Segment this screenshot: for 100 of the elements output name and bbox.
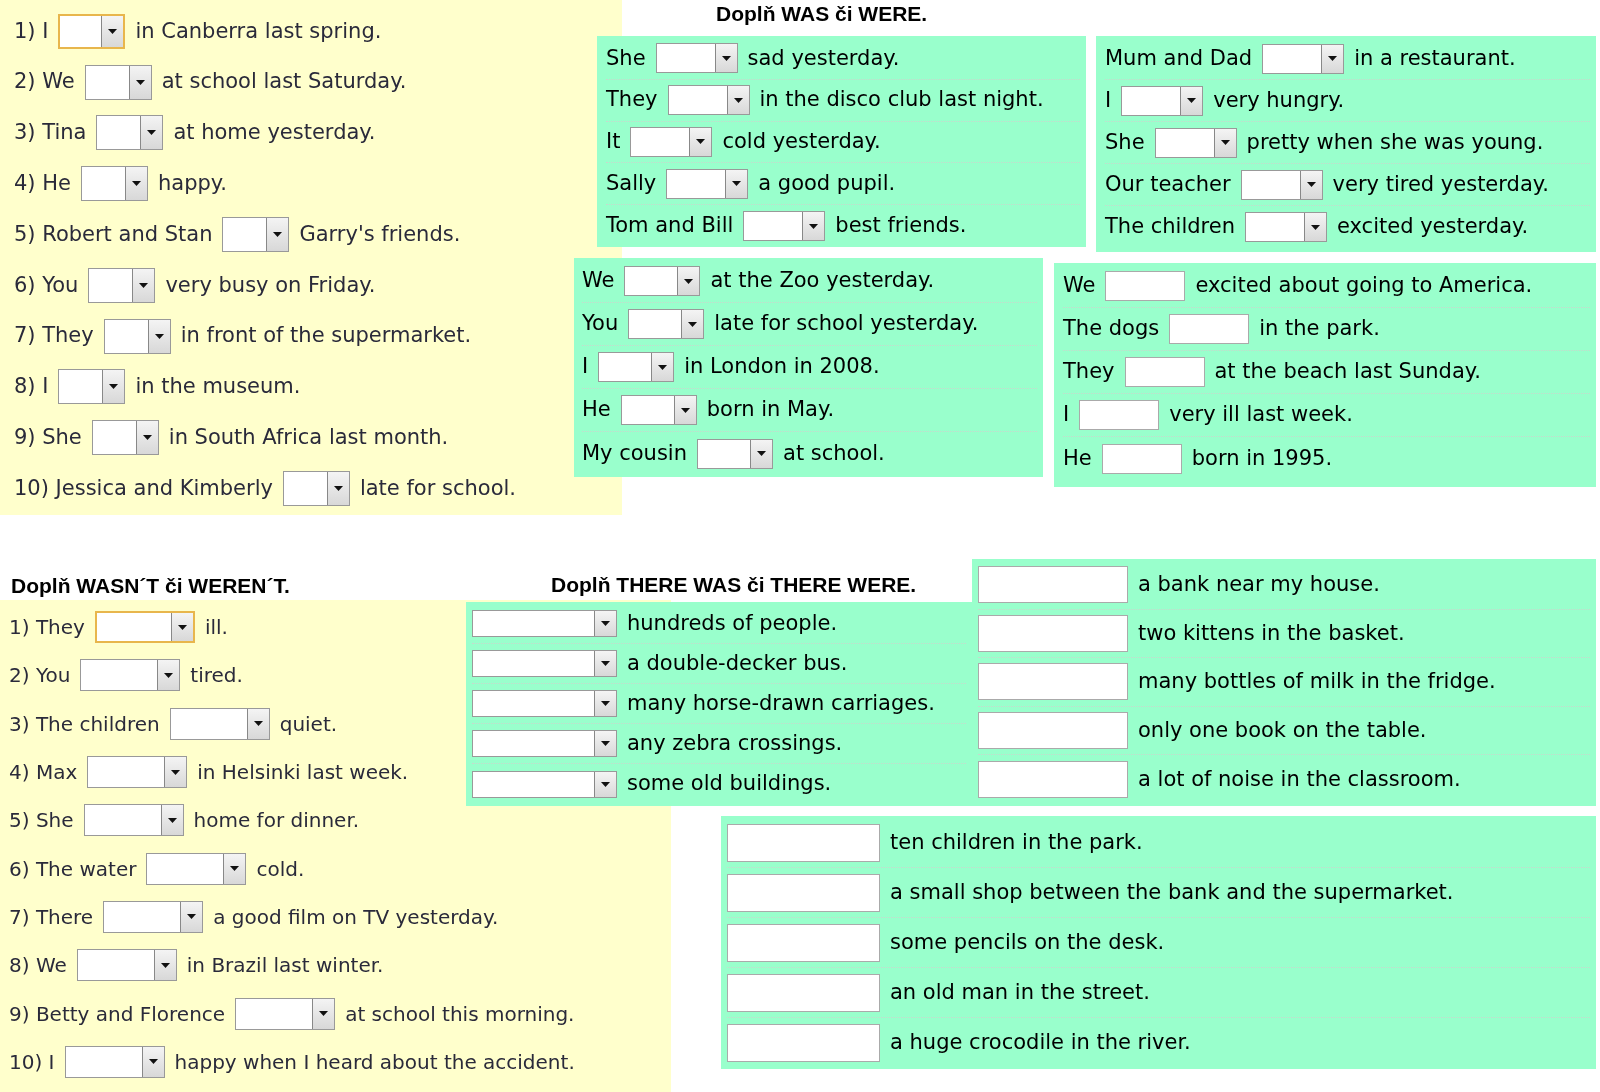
dropdown[interactable] xyxy=(64,1045,165,1078)
dropdown[interactable] xyxy=(80,166,148,202)
input-field[interactable] xyxy=(978,566,1128,604)
dropdown[interactable] xyxy=(472,730,617,757)
sentence-end: an old man in the street. xyxy=(890,978,1150,1006)
sentence-end: in Helsinki last week. xyxy=(197,759,409,787)
dropdown[interactable] xyxy=(222,217,290,253)
sentence-end: in London in 2008. xyxy=(684,353,880,381)
caret-icon xyxy=(187,914,197,920)
dropdown[interactable] xyxy=(624,266,701,296)
input-field[interactable] xyxy=(978,711,1128,749)
sentence-start: 2) We xyxy=(14,68,75,96)
sentence-start: Tom and Bill xyxy=(606,212,734,240)
sentence-end: in South Africa last month. xyxy=(168,424,449,451)
dropdown[interactable] xyxy=(58,369,126,405)
dropdown[interactable] xyxy=(628,309,705,339)
dropdown[interactable] xyxy=(666,168,749,199)
sentence-end: ten children in the park. xyxy=(890,828,1143,856)
dropdown[interactable] xyxy=(620,395,697,425)
caret-icon xyxy=(135,79,145,85)
sentence-start: 8) I xyxy=(14,373,49,401)
dropdown[interactable] xyxy=(743,211,826,242)
sentence-start: 8) We xyxy=(9,952,67,980)
sentence-end: a small shop between the bank and the supermarket. xyxy=(890,878,1454,906)
dropdown[interactable] xyxy=(472,770,617,798)
sentence-start: 3) The children xyxy=(9,710,160,738)
input-field[interactable] xyxy=(978,760,1128,798)
input-field[interactable] xyxy=(1169,314,1250,344)
sentence-end: sad yesterday. xyxy=(747,44,900,72)
sentence-end: a bank near my house. xyxy=(1138,571,1380,598)
dropdown[interactable] xyxy=(282,471,350,507)
dropdown[interactable] xyxy=(655,43,738,74)
dropdown[interactable] xyxy=(598,352,675,382)
input-field[interactable] xyxy=(1079,400,1160,430)
dropdown[interactable] xyxy=(472,690,617,717)
dropdown[interactable] xyxy=(94,611,195,644)
caret-icon xyxy=(757,451,766,456)
dropdown[interactable] xyxy=(80,659,181,692)
dropdown[interactable] xyxy=(472,610,617,637)
input-field[interactable] xyxy=(1124,357,1205,387)
input-field[interactable] xyxy=(978,663,1128,701)
sentence-start: 9) Betty and Florence xyxy=(9,1000,226,1028)
caret-icon xyxy=(1220,140,1230,145)
dropdown[interactable] xyxy=(1240,169,1323,200)
dropdown[interactable] xyxy=(87,756,188,789)
caret-icon xyxy=(319,1011,329,1016)
dropdown[interactable] xyxy=(84,64,152,100)
sentence-start: 7) They xyxy=(14,322,94,350)
sentence-end: born in May. xyxy=(706,396,835,424)
sentence-start: My cousin xyxy=(582,439,687,467)
dropdown[interactable] xyxy=(88,267,156,303)
caret-icon xyxy=(688,321,698,327)
sentence-start: The children xyxy=(1105,213,1235,241)
sentence-end: late for school yesterday. xyxy=(714,310,979,338)
sentence-end: a lot of noise in the classroom. xyxy=(1138,765,1461,793)
caret-icon xyxy=(601,741,610,746)
input-field[interactable] xyxy=(978,614,1128,652)
dropdown[interactable] xyxy=(169,707,270,740)
sentence-end: hundreds of people. xyxy=(627,609,838,637)
caret-icon xyxy=(108,28,118,34)
dropdown[interactable] xyxy=(91,420,159,456)
dropdown[interactable] xyxy=(83,804,184,837)
input-field[interactable] xyxy=(727,923,880,962)
dropdown[interactable] xyxy=(1154,127,1237,158)
dropdown[interactable] xyxy=(1121,85,1204,116)
dropdown[interactable] xyxy=(76,949,177,982)
dropdown[interactable] xyxy=(58,13,126,49)
sentence-end: in the disco club last night. xyxy=(759,86,1044,114)
dropdown[interactable] xyxy=(472,650,617,677)
dropdown[interactable] xyxy=(1262,43,1345,74)
input-field[interactable] xyxy=(727,973,880,1012)
dropdown[interactable] xyxy=(146,852,247,885)
input-field[interactable] xyxy=(1101,443,1182,474)
sentence-start: It xyxy=(606,128,621,156)
sentence-start: 4) Max xyxy=(9,759,78,787)
sentence-end: a good pupil. xyxy=(758,170,896,198)
caret-icon xyxy=(684,278,694,284)
dropdown[interactable] xyxy=(667,85,750,116)
input-field[interactable] xyxy=(727,873,880,912)
exercise-title: Doplň WASN´T či WEREN´T. xyxy=(11,573,290,599)
sentence-start: He xyxy=(1063,444,1092,472)
caret-icon xyxy=(1187,98,1197,103)
dropdown[interactable] xyxy=(1245,212,1327,242)
caret-icon xyxy=(732,181,742,187)
caret-icon xyxy=(230,866,240,872)
sentence-end: very tired yesterday. xyxy=(1332,170,1549,198)
dropdown[interactable] xyxy=(103,318,171,354)
sentence-start: Mum and Dad xyxy=(1105,44,1253,72)
caret-icon xyxy=(139,282,149,288)
caret-icon xyxy=(177,624,187,630)
sentence-end: very ill last week. xyxy=(1169,401,1353,429)
dropdown[interactable] xyxy=(630,127,713,157)
input-field[interactable] xyxy=(727,823,880,862)
dropdown[interactable] xyxy=(235,997,336,1030)
caret-icon xyxy=(147,130,157,136)
dropdown[interactable] xyxy=(103,900,204,933)
dropdown[interactable] xyxy=(96,115,164,151)
dropdown[interactable] xyxy=(697,438,773,469)
input-field[interactable] xyxy=(1105,271,1186,301)
input-field[interactable] xyxy=(727,1024,880,1062)
